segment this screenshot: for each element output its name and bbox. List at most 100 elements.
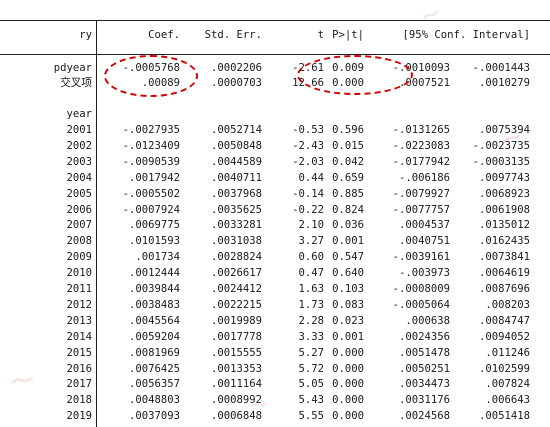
ci-high-value: -.0003135 — [472, 155, 530, 168]
ci-low-value: -.0077757 — [392, 203, 450, 216]
p-value: 0.042 — [332, 155, 364, 168]
se-header: Std. Err. — [204, 29, 262, 41]
row-label: 2012 — [66, 298, 92, 311]
coef-value: .0101593 — [128, 235, 180, 248]
ci-high-value: .011246 — [485, 346, 530, 359]
ci-low-value: -.0005064 — [392, 298, 450, 311]
se-value: .0040711 — [210, 171, 262, 184]
se-value: .0019989 — [210, 314, 262, 327]
coef-value: .0039844 — [128, 283, 180, 295]
ci-low-value: -.006186 — [398, 171, 450, 184]
p-value: 0.000 — [332, 394, 364, 407]
se-value: .0017778 — [210, 330, 262, 343]
ci-low-value: -.0079927 — [392, 187, 450, 200]
row-label: 2001 — [66, 124, 92, 136]
row-label: 2016 — [66, 362, 92, 375]
row-label: 2011 — [66, 283, 92, 295]
t-value: 5.05 — [298, 378, 324, 391]
regression-table: ry Coef. Std. Err. t P>|t| [95% Conf. In… — [0, 0, 550, 427]
se-value: .0033281 — [210, 219, 262, 232]
table-top-rule — [0, 20, 550, 21]
t-value: 5.72 — [298, 362, 324, 375]
t-value: 0.60 — [298, 251, 324, 264]
ci-low-value: -.0039161 — [392, 251, 450, 264]
ci-low-value: -.0177942 — [392, 155, 450, 168]
table-row: 2009 .001734 .0028824 0.60 0.547 -.0039161 .00… — [0, 249, 550, 266]
t-value: 1.73 — [298, 298, 324, 311]
p-value: 0.659 — [332, 171, 364, 184]
t-value: 5.43 — [298, 394, 324, 407]
row-label: 2019 — [66, 410, 92, 423]
p-value: 0.596 — [332, 124, 364, 136]
table-row: 2007 .0069775 .0033281 2.10 0.036 .0004537 .01… — [0, 217, 550, 234]
table-header-row: ry Coef. Std. Err. t P>|t| [95% Conf. In… — [0, 27, 550, 44]
se-value: .0000703 — [210, 76, 262, 89]
ci-low-value: .0007521 — [398, 76, 450, 89]
coef-value: .0045564 — [128, 314, 180, 327]
p-value: 0.000 — [332, 346, 364, 359]
group-label-row: year — [0, 106, 550, 123]
ci-low-value: .0031176 — [398, 394, 450, 407]
table-row: 2011 .0039844 .0024412 1.63 0.103 -.0008009 .0… — [0, 281, 550, 298]
ci-high-value: .007824 — [485, 378, 530, 391]
ci-high-value: .006643 — [485, 394, 530, 407]
se-value: .0024412 — [210, 283, 262, 295]
table-row: 2010 .0012444 .0026617 0.47 0.640 -.003973 .00… — [0, 265, 550, 282]
se-value: .0026617 — [210, 267, 262, 280]
se-value: .0011164 — [210, 378, 262, 391]
ci-high-value: .0102599 — [478, 362, 530, 375]
table-row: 2001 -.0027935 .0052714 -0.53 0.596 -.0131265… — [0, 122, 550, 139]
coef-value: .0038483 — [128, 298, 180, 311]
ci-high-value: .008203 — [485, 298, 530, 311]
table-row: 2018 .0048803 .0008992 5.43 0.000 .0031176 .00… — [0, 392, 550, 409]
row-label: 2013 — [66, 314, 92, 327]
row-label: 2004 — [66, 171, 92, 184]
se-value: .0008992 — [210, 394, 262, 407]
p-value: 0.824 — [332, 203, 364, 216]
p-value: 0.000 — [332, 76, 364, 89]
table-row: 2014 .0059204 .0017778 3.33 0.001 .0024356 .00… — [0, 329, 550, 346]
p-value: 0.000 — [332, 378, 364, 391]
coef-value: .00089 — [141, 76, 180, 89]
ci-high-value: .0097743 — [478, 171, 530, 184]
se-value: .0022215 — [210, 298, 262, 311]
t-value: 5.27 — [298, 346, 324, 359]
row-label: 2014 — [66, 330, 92, 343]
ci-high-value: .0010279 — [478, 76, 530, 89]
p-value: 0.000 — [332, 410, 364, 423]
p-value: 0.547 — [332, 251, 364, 264]
row-label: 2003 — [66, 155, 92, 168]
se-value: .0037968 — [210, 187, 262, 200]
table-row: 交叉项 .00089 .0000703 12.66 0.000 .0007521 .0010… — [0, 75, 550, 92]
row-label: 2002 — [66, 139, 92, 152]
t-value: 12.66 — [292, 76, 324, 89]
p-value: 0.023 — [332, 314, 364, 327]
p-value: 0.036 — [332, 219, 364, 232]
ci-low-value: .0040751 — [398, 235, 450, 248]
p-header: P>|t| — [332, 29, 364, 41]
ci-low-value: -.0223083 — [392, 139, 450, 152]
t-value: 3.27 — [298, 235, 324, 248]
ci-high-value: .0064619 — [478, 267, 530, 280]
group-label: year — [66, 108, 92, 120]
se-value: .0052714 — [210, 124, 262, 136]
t-header: t — [317, 29, 324, 41]
table-row: 2003 -.0090539 .0044589 -2.03 0.042 -.0177942… — [0, 154, 550, 171]
se-value: .0006848 — [210, 410, 262, 423]
p-value: 0.103 — [332, 283, 364, 295]
ci-low-value: .0051478 — [398, 346, 450, 359]
ci-high-value: .0162435 — [478, 235, 530, 248]
table-row: 2004 .0017942 .0040711 0.44 0.659 -.006186 .00… — [0, 170, 550, 187]
p-value: 0.083 — [332, 298, 364, 311]
t-value: -0.22 — [292, 203, 324, 216]
ci-low-value: -.0131265 — [392, 124, 450, 136]
se-value: .0028824 — [210, 251, 262, 264]
depvar-header: ry — [79, 29, 92, 41]
coef-value: .0017942 — [128, 171, 180, 184]
ci-high-value: .0087696 — [478, 283, 530, 295]
table-row: 2008 .0101593 .0031038 3.27 0.001 .0040751 .01… — [0, 233, 550, 250]
ci-low-value: .000638 — [405, 314, 450, 327]
t-value: 2.28 — [298, 314, 324, 327]
coef-value: .0059204 — [128, 330, 180, 343]
p-value: 0.885 — [332, 187, 364, 200]
